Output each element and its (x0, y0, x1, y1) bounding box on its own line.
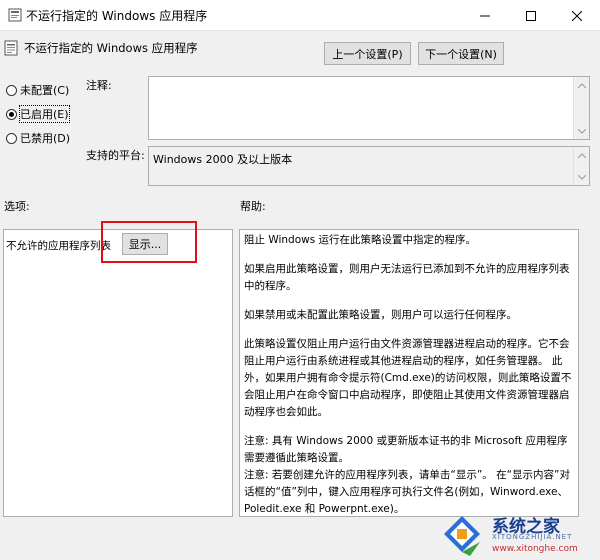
radio-circle[interactable] (6, 84, 17, 96)
next-setting-button[interactable]: 下一个设置(N) (418, 42, 504, 65)
options-label: 选项: (4, 200, 30, 213)
policy-app-icon (8, 8, 22, 22)
radio-circle-checked[interactable] (6, 108, 17, 120)
help-paragraph: 阻止 Windows 运行在此策略设置中指定的程序。 (244, 234, 477, 246)
highlight-annotation (101, 221, 197, 263)
radio-not-configured[interactable]: 未配置(C) (6, 82, 69, 98)
help-paragraph: 如果禁用或未配置此策略设置，则用户可以运行任何程序。 (244, 309, 517, 321)
policy-setting-icon (4, 40, 18, 56)
watermark: 系统之家 XITONGZHIJIA.NET www.xitonghe.com (440, 508, 600, 560)
watermark-logo-icon (440, 512, 486, 556)
radio-circle[interactable] (6, 132, 17, 144)
policy-title: 不运行指定的 Windows 应用程序 (24, 41, 198, 55)
help-paragraph: 注意: 具有 Windows 2000 或更新版本证书的非 Microsoft … (244, 435, 568, 464)
comment-label: 注释: (86, 79, 112, 92)
maximize-button[interactable] (508, 0, 554, 31)
supported-scrollbar[interactable] (573, 147, 589, 185)
help-paragraph: 此策略设置仅阻止用户运行由文件资源管理器进程启动的程序。它不会阻止用户运行由系统… (244, 338, 572, 418)
radio-disabled[interactable]: 已禁用(D) (6, 130, 70, 146)
watermark-sub: XITONGZHIJIA.NET (492, 533, 573, 541)
scroll-up-icon[interactable] (574, 77, 590, 93)
comment-textarea[interactable] (148, 76, 590, 140)
window-title: 不运行指定的 Windows 应用程序 (26, 9, 208, 23)
radio-label: 已启用(E) (19, 105, 70, 123)
supported-field[interactable]: Windows 2000 及以上版本 (148, 146, 590, 186)
help-text: 阻止 Windows 运行在此策略设置中指定的程序。 如果启用此策略设置，则用户… (244, 232, 576, 516)
supported-label: 支持的平台: (86, 149, 145, 162)
title-bar: 不运行指定的 Windows 应用程序 (0, 0, 600, 31)
prev-setting-button[interactable]: 上一个设置(P) (324, 42, 411, 65)
watermark-url: www.xitonghe.com (492, 544, 578, 554)
help-paragraph: 如果启用此策略设置，则用户无法运行已添加到不允许的应用程序列表中的程序。 (244, 263, 570, 292)
radio-label: 已禁用(D) (20, 132, 71, 145)
radio-label: 未配置(C) (20, 84, 70, 97)
maximize-icon (526, 10, 536, 21)
help-pane: 阻止 Windows 运行在此策略设置中指定的程序。 如果启用此策略设置，则用户… (239, 229, 579, 517)
disallowed-list-label: 不允许的应用程序列表 (6, 240, 111, 252)
minimize-icon (480, 11, 490, 21)
scroll-down-icon[interactable] (574, 123, 590, 139)
close-button[interactable] (554, 0, 600, 31)
minimize-button[interactable] (462, 0, 508, 31)
supported-value: Windows 2000 及以上版本 (153, 153, 293, 166)
options-pane: 不允许的应用程序列表 (3, 229, 233, 517)
scroll-up-icon[interactable] (574, 147, 590, 163)
close-icon (572, 10, 582, 21)
radio-enabled[interactable]: 已启用(E) (6, 105, 70, 123)
comment-scrollbar[interactable] (573, 77, 589, 139)
scroll-down-icon[interactable] (574, 169, 590, 185)
help-label: 帮助: (240, 200, 266, 213)
